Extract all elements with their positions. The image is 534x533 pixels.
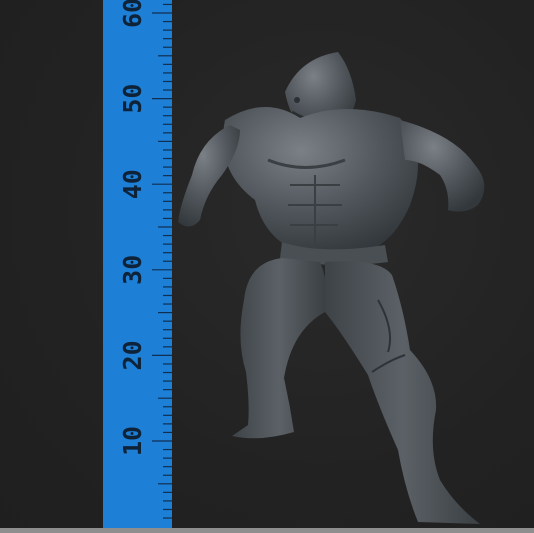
viewport-bottom-edge bbox=[0, 528, 534, 533]
ruler-label-50: 50 bbox=[118, 84, 147, 114]
ruler-label-40: 40 bbox=[118, 169, 147, 199]
ruler-label-20: 20 bbox=[118, 340, 147, 370]
measurement-ruler: 10 20 30 40 50 60 bbox=[103, 0, 172, 528]
shark-man-model[interactable] bbox=[0, 0, 534, 533]
ruler-label-30: 30 bbox=[118, 255, 147, 285]
ruler-label-60: 60 bbox=[118, 0, 147, 28]
3d-viewport[interactable]: 10 20 30 40 50 60 bbox=[0, 0, 534, 533]
ruler-scale: 10 20 30 40 50 60 bbox=[118, 0, 172, 519]
ruler-label-10: 10 bbox=[118, 426, 147, 456]
